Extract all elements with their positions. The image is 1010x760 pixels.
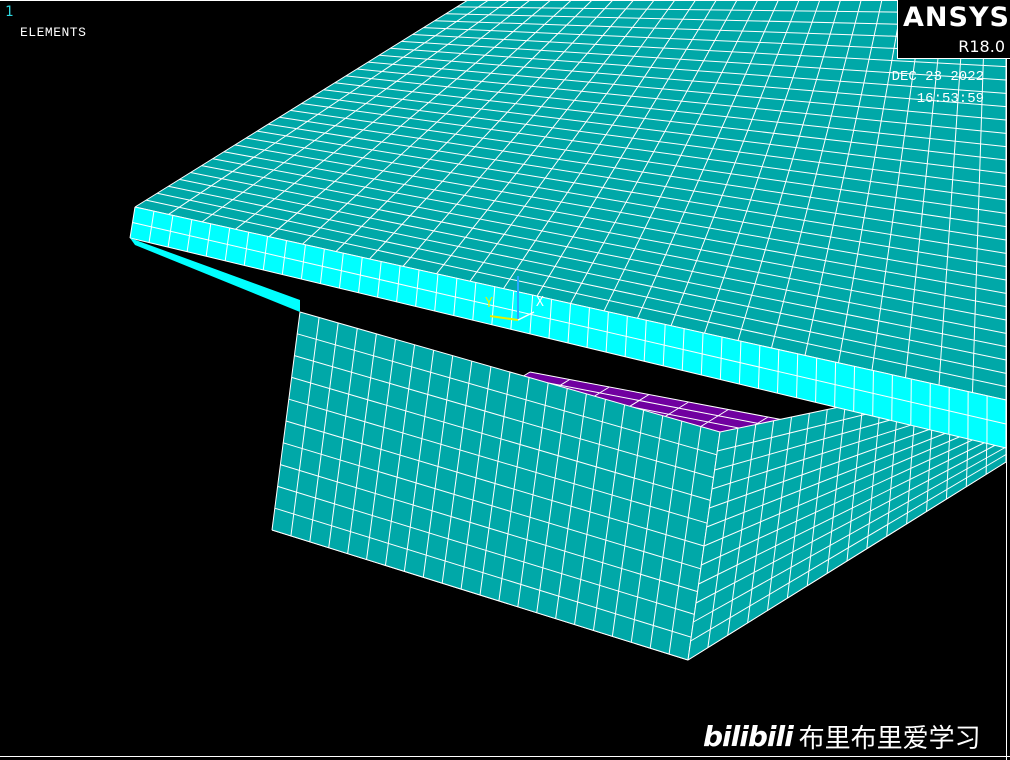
viewport-frame-right [1006, 0, 1007, 760]
triad-y-label: Y [485, 296, 493, 311]
window-number: 1 [5, 4, 14, 20]
viewport-frame-top [0, 0, 1010, 1]
ansys-logo: ANSYS R18.0 [897, 0, 1010, 59]
plot-type-label: ELEMENTS [20, 25, 87, 40]
bilibili-watermark: bilibili 布里布里爱学习 [703, 716, 981, 756]
graphics-viewport[interactable]: 1 ELEMENTS ANSYS R18.0 DEC 23 2022 16:53… [0, 0, 1010, 760]
watermark-brand: bilibili [703, 719, 794, 753]
logo-version: R18.0 [958, 37, 1005, 56]
element-mesh-plot [129, 0, 1007, 661]
logo-name: ANSYS [903, 2, 1010, 33]
time-stamp: 16:53:59 [916, 91, 984, 107]
watermark-text: 布里布里爱学习 [798, 723, 981, 754]
triad-x-label: X [536, 295, 544, 310]
viewport-frame-bottom [0, 756, 1010, 757]
date-stamp: DEC 23 2022 [891, 69, 984, 85]
